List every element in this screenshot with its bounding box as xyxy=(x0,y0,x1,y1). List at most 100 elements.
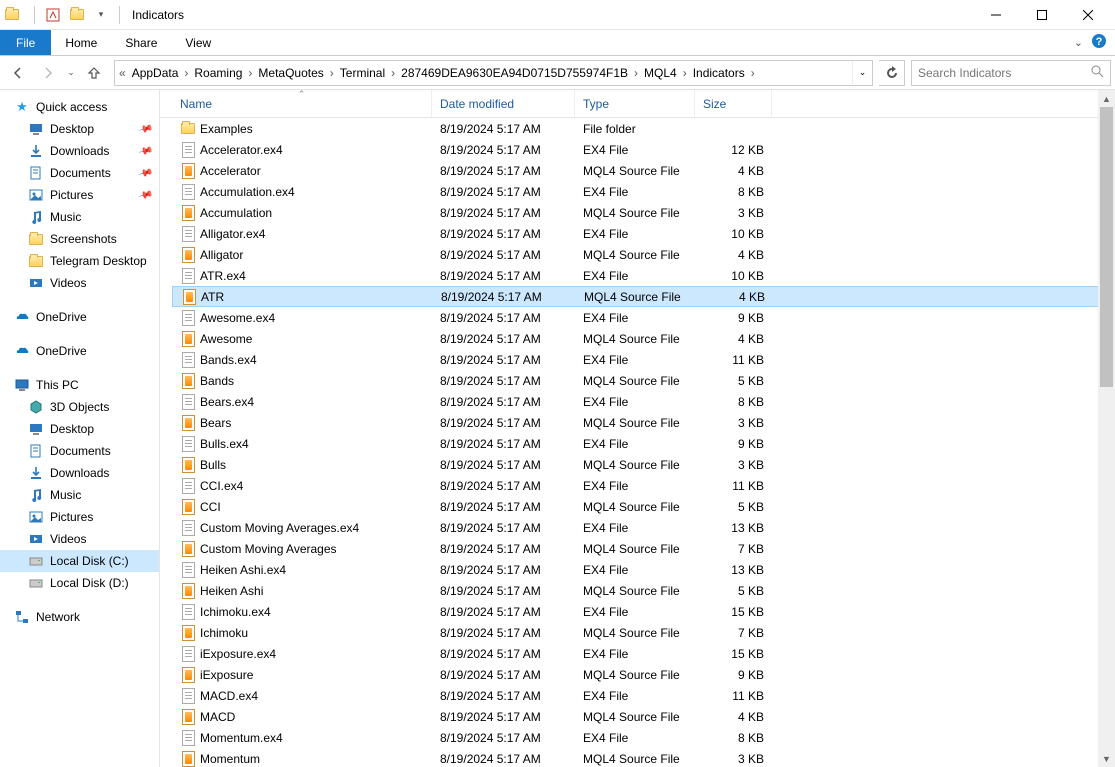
file-row[interactable]: Examples8/19/2024 5:17 AMFile folder xyxy=(172,118,1115,139)
sidebar-item[interactable]: Local Disk (D:) xyxy=(0,572,159,594)
file-row[interactable]: CCI.ex48/19/2024 5:17 AMEX4 File11 KB xyxy=(172,475,1115,496)
sidebar-onedrive[interactable]: OneDrive xyxy=(0,306,159,328)
sidebar-item[interactable]: Desktop xyxy=(0,418,159,440)
file-row[interactable]: Awesome8/19/2024 5:17 AMMQL4 Source File… xyxy=(172,328,1115,349)
breadcrumb-item[interactable]: Indicators xyxy=(691,66,747,80)
tab-share[interactable]: Share xyxy=(111,30,171,55)
breadcrumb-item[interactable]: Roaming xyxy=(192,66,244,80)
file-row[interactable]: ATR.ex48/19/2024 5:17 AMEX4 File10 KB xyxy=(172,265,1115,286)
file-row[interactable]: Bulls8/19/2024 5:17 AMMQL4 Source File3 … xyxy=(172,454,1115,475)
file-row[interactable]: Bulls.ex48/19/2024 5:17 AMEX4 File9 KB xyxy=(172,433,1115,454)
scroll-up-icon[interactable]: ▲ xyxy=(1098,90,1115,107)
breadcrumb-item[interactable]: MQL4 xyxy=(642,66,679,80)
search-icon[interactable] xyxy=(1090,64,1104,81)
scroll-track[interactable] xyxy=(1098,107,1115,750)
file-row[interactable]: CCI8/19/2024 5:17 AMMQL4 Source File5 KB xyxy=(172,496,1115,517)
file-row[interactable]: Bands8/19/2024 5:17 AMMQL4 Source File5 … xyxy=(172,370,1115,391)
sidebar-item[interactable]: Videos xyxy=(0,272,159,294)
column-size[interactable]: Size xyxy=(695,90,772,117)
file-row[interactable]: Accelerator8/19/2024 5:17 AMMQL4 Source … xyxy=(172,160,1115,181)
sidebar-item[interactable]: 3D Objects xyxy=(0,396,159,418)
address-bar[interactable]: « AppData›Roaming›MetaQuotes›Terminal›28… xyxy=(114,60,873,86)
column-name[interactable]: Name⌃ xyxy=(172,90,432,117)
tab-home[interactable]: Home xyxy=(51,30,111,55)
file-row[interactable]: Alligator.ex48/19/2024 5:17 AMEX4 File10… xyxy=(172,223,1115,244)
sidebar-item[interactable]: Downloads xyxy=(0,462,159,484)
chevron-right-icon[interactable]: › xyxy=(747,66,759,80)
file-row[interactable]: iExposure.ex48/19/2024 5:17 AMEX4 File15… xyxy=(172,643,1115,664)
sidebar-item[interactable]: Pictures xyxy=(0,506,159,528)
column-date[interactable]: Date modified xyxy=(432,90,575,117)
file-row[interactable]: Ichimoku.ex48/19/2024 5:17 AMEX4 File15 … xyxy=(172,601,1115,622)
sidebar-item[interactable]: Videos xyxy=(0,528,159,550)
sidebar-item[interactable]: Screenshots xyxy=(0,228,159,250)
sidebar-item[interactable]: Downloads📌 xyxy=(0,140,159,162)
file-row[interactable]: Heiken Ashi8/19/2024 5:17 AMMQL4 Source … xyxy=(172,580,1115,601)
tab-view[interactable]: View xyxy=(171,30,225,55)
file-row[interactable]: MACD8/19/2024 5:17 AMMQL4 Source File4 K… xyxy=(172,706,1115,727)
search-input[interactable] xyxy=(918,66,1090,80)
minimize-button[interactable] xyxy=(973,0,1019,30)
file-list[interactable]: Examples8/19/2024 5:17 AMFile folderAcce… xyxy=(160,118,1115,767)
file-row[interactable]: Custom Moving Averages.ex48/19/2024 5:17… xyxy=(172,517,1115,538)
file-row[interactable]: Awesome.ex48/19/2024 5:17 AMEX4 File9 KB xyxy=(172,307,1115,328)
file-row[interactable]: Bears.ex48/19/2024 5:17 AMEX4 File8 KB xyxy=(172,391,1115,412)
close-button[interactable] xyxy=(1065,0,1111,30)
properties-icon[interactable] xyxy=(45,7,61,23)
sidebar-item[interactable]: Pictures📌 xyxy=(0,184,159,206)
sidebar-item[interactable]: Desktop📌 xyxy=(0,118,159,140)
chevron-right-icon[interactable]: › xyxy=(244,66,256,80)
new-folder-icon[interactable] xyxy=(69,7,85,23)
qat-dropdown-icon[interactable]: ▾ xyxy=(93,7,109,23)
navigation-pane[interactable]: ★ Quick access Desktop📌Downloads📌Documen… xyxy=(0,90,160,767)
file-row[interactable]: Accumulation8/19/2024 5:17 AMMQL4 Source… xyxy=(172,202,1115,223)
up-button[interactable] xyxy=(80,59,108,87)
sidebar-item[interactable]: Telegram Desktop xyxy=(0,250,159,272)
back-button[interactable] xyxy=(4,59,32,87)
file-row[interactable]: Bands.ex48/19/2024 5:17 AMEX4 File11 KB xyxy=(172,349,1115,370)
file-row[interactable]: Bears8/19/2024 5:17 AMMQL4 Source File3 … xyxy=(172,412,1115,433)
breadcrumb-item[interactable]: MetaQuotes xyxy=(256,66,325,80)
scroll-down-icon[interactable]: ▼ xyxy=(1098,750,1115,767)
sidebar-item[interactable]: Local Disk (C:) xyxy=(0,550,159,572)
file-row[interactable]: Ichimoku8/19/2024 5:17 AMMQL4 Source Fil… xyxy=(172,622,1115,643)
file-row[interactable]: Accelerator.ex48/19/2024 5:17 AMEX4 File… xyxy=(172,139,1115,160)
sidebar-onedrive[interactable]: OneDrive xyxy=(0,340,159,362)
maximize-button[interactable] xyxy=(1019,0,1065,30)
chevron-right-icon[interactable]: › xyxy=(387,66,399,80)
chevron-right-icon[interactable]: › xyxy=(326,66,338,80)
breadcrumb-item[interactable]: Terminal xyxy=(338,66,387,80)
chevron-right-icon[interactable]: › xyxy=(180,66,192,80)
sidebar-item[interactable]: Documents📌 xyxy=(0,162,159,184)
sidebar-this-pc[interactable]: This PC xyxy=(0,374,159,396)
breadcrumb-item[interactable]: 287469DEA9630EA94D0715D755974F1B xyxy=(399,66,630,80)
sidebar-quick-access[interactable]: ★ Quick access xyxy=(0,96,159,118)
column-type[interactable]: Type xyxy=(575,90,695,117)
breadcrumb-item[interactable]: AppData xyxy=(130,66,181,80)
file-row[interactable]: Momentum8/19/2024 5:17 AMMQL4 Source Fil… xyxy=(172,748,1115,767)
vertical-scrollbar[interactable]: ▲ ▼ xyxy=(1098,90,1115,767)
file-row[interactable]: Custom Moving Averages8/19/2024 5:17 AMM… xyxy=(172,538,1115,559)
help-icon[interactable]: ? xyxy=(1091,33,1107,52)
file-row[interactable]: Alligator8/19/2024 5:17 AMMQL4 Source Fi… xyxy=(172,244,1115,265)
file-row[interactable]: Momentum.ex48/19/2024 5:17 AMEX4 File8 K… xyxy=(172,727,1115,748)
file-row[interactable]: Heiken Ashi.ex48/19/2024 5:17 AMEX4 File… xyxy=(172,559,1115,580)
ribbon-expand-icon[interactable]: ⌄ xyxy=(1074,36,1083,49)
file-row[interactable]: iExposure8/19/2024 5:17 AMMQL4 Source Fi… xyxy=(172,664,1115,685)
sidebar-item[interactable]: Documents xyxy=(0,440,159,462)
search-box[interactable] xyxy=(911,60,1111,86)
file-row[interactable]: MACD.ex48/19/2024 5:17 AMEX4 File11 KB xyxy=(172,685,1115,706)
address-overflow[interactable]: « xyxy=(115,66,130,80)
chevron-right-icon[interactable]: › xyxy=(630,66,642,80)
forward-button[interactable] xyxy=(34,59,62,87)
sidebar-item[interactable]: Music xyxy=(0,484,159,506)
refresh-button[interactable] xyxy=(879,60,905,86)
file-row[interactable]: Accumulation.ex48/19/2024 5:17 AMEX4 Fil… xyxy=(172,181,1115,202)
file-row[interactable]: ATR8/19/2024 5:17 AMMQL4 Source File4 KB xyxy=(172,286,1115,307)
chevron-right-icon[interactable]: › xyxy=(679,66,691,80)
address-dropdown-icon[interactable]: ⌄ xyxy=(852,61,872,85)
recent-dropdown-icon[interactable]: ⌄ xyxy=(64,59,78,87)
sidebar-network[interactable]: Network xyxy=(0,606,159,628)
tab-file[interactable]: File xyxy=(0,30,51,55)
scroll-thumb[interactable] xyxy=(1100,107,1113,387)
